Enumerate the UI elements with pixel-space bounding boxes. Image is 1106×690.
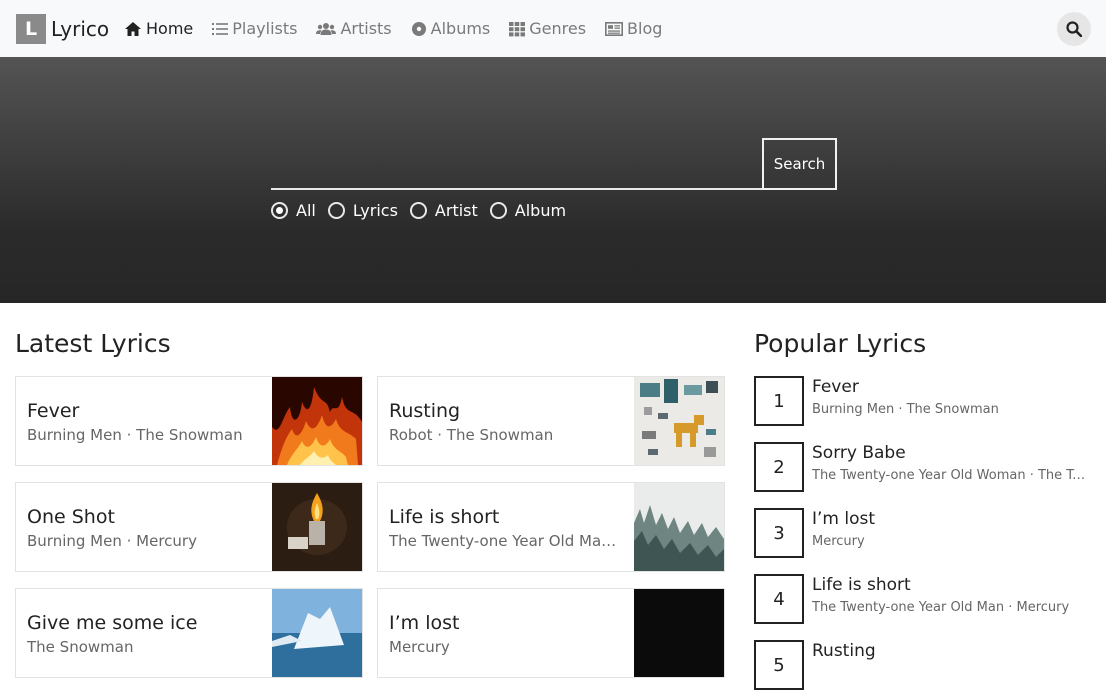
lyric-card-subtitle: The Snowman (27, 638, 134, 656)
lyric-card[interactable]: I’m lost Mercury (377, 588, 725, 678)
lyric-card[interactable]: Fever Burning Men · The Snowman (15, 376, 363, 466)
filter-label-all: All (296, 201, 316, 220)
forest-thumbnail (634, 483, 724, 571)
lyric-card[interactable]: One Shot Burning Men · Mercury (15, 482, 363, 572)
popular-item-subtitle: Mercury (812, 534, 865, 549)
popular-item-subtitle: The Twenty-one Year Old Woman · The Twen… (812, 468, 1094, 483)
dark-thumbnail (634, 589, 724, 677)
filter-radio-lyrics[interactable]: Lyrics (327, 201, 398, 220)
lyric-card-title: One Shot (27, 506, 115, 528)
brand-logo: L (16, 14, 46, 44)
list-icon (212, 22, 229, 36)
popular-item-title: I’m lost (812, 509, 876, 529)
popular-item-title: Life is short (812, 575, 911, 595)
search-input[interactable] (271, 188, 763, 190)
search-filter-group: All Lyrics Artist Album (271, 201, 578, 220)
radio-checked-icon (271, 202, 288, 219)
rank-badge: 4 (754, 574, 804, 624)
lyric-card-title: Fever (27, 400, 80, 422)
lyric-card-subtitle: Burning Men · The Snowman (27, 426, 243, 444)
nav-item-blog[interactable]: Blog (605, 19, 662, 38)
lyric-card[interactable]: Life is short The Twenty-one Year Old Ma… (377, 482, 725, 572)
rank-badge: 3 (754, 508, 804, 558)
pixel-art-thumbnail (634, 377, 724, 465)
lyric-card-title: I’m lost (389, 612, 460, 634)
popular-item[interactable]: 4 Life is short The Twenty-one Year Old … (754, 574, 1094, 624)
lyric-card-subtitle: Mercury (389, 638, 450, 656)
brand-name: Lyrico (51, 17, 110, 41)
filter-label-lyrics: Lyrics (352, 201, 398, 220)
nav-label-home: Home (146, 19, 194, 38)
users-icon (316, 22, 337, 36)
lyric-card[interactable]: Give me some ice The Snowman (15, 588, 363, 678)
nav-label-blog: Blog (627, 19, 663, 38)
brand[interactable]: L Lyrico (16, 14, 109, 44)
nav-links: Home Playlists Artists Albums Genres Blo… (124, 19, 681, 38)
navbar: L Lyrico Home Playlists Artists Albums G… (0, 0, 1106, 57)
nav-item-playlists[interactable]: Playlists (212, 19, 297, 38)
popular-lyrics-heading: Popular Lyrics (754, 329, 927, 358)
nav-item-artists[interactable]: Artists (316, 19, 392, 38)
fire-thumbnail (272, 377, 362, 465)
disc-icon (411, 21, 427, 37)
lighter-thumbnail (272, 483, 362, 571)
popular-item-subtitle: Burning Men · The Snowman (812, 402, 999, 417)
radio-icon (489, 202, 507, 219)
hero-search-section: Search All Lyrics Artist Album (0, 57, 1106, 303)
lyric-card-title: Rusting (389, 400, 461, 422)
nav-label-playlists: Playlists (232, 19, 298, 38)
radio-icon (409, 202, 427, 219)
search-icon (1066, 21, 1082, 37)
nav-item-genres[interactable]: Genres (509, 19, 586, 38)
home-icon (124, 21, 142, 37)
lyric-card-subtitle: The Twenty-one Year Old Man · Mercury (389, 532, 619, 550)
popular-item-title: Sorry Babe (812, 443, 906, 463)
rank-badge: 1 (754, 376, 804, 426)
newspaper-icon (605, 21, 624, 36)
radio-icon (327, 202, 345, 219)
iceberg-thumbnail (272, 589, 362, 677)
popular-item[interactable]: 5 Rusting (754, 640, 1094, 690)
popular-item[interactable]: 2 Sorry Babe The Twenty-one Year Old Wom… (754, 442, 1094, 492)
lyric-card-title: Give me some ice (27, 612, 198, 634)
lyric-card-subtitle: Robot · The Snowman (389, 426, 554, 444)
search-button[interactable]: Search (762, 138, 837, 190)
filter-radio-all[interactable]: All (271, 201, 316, 220)
rank-badge: 5 (754, 640, 804, 690)
nav-search-button[interactable] (1057, 12, 1091, 46)
lyric-card[interactable]: Rusting Robot · The Snowman (377, 376, 725, 466)
popular-item-subtitle: The Twenty-one Year Old Man · Mercury (812, 600, 1070, 615)
nav-item-albums[interactable]: Albums (411, 19, 491, 38)
rank-badge: 2 (754, 442, 804, 492)
lyric-card-title: Life is short (389, 506, 500, 528)
popular-item-title: Rusting (812, 641, 876, 661)
filter-label-album: Album (514, 201, 567, 220)
grid-icon (509, 21, 526, 37)
nav-label-genres: Genres (529, 19, 587, 38)
lyric-card-subtitle: Burning Men · Mercury (27, 532, 197, 550)
nav-label-albums: Albums (430, 19, 491, 38)
popular-item-title: Fever (812, 377, 859, 397)
filter-radio-artist[interactable]: Artist (409, 201, 478, 220)
nav-item-home[interactable]: Home (124, 19, 193, 38)
popular-item[interactable]: 3 I’m lost Mercury (754, 508, 1094, 558)
nav-label-artists: Artists (340, 19, 392, 38)
filter-radio-album[interactable]: Album (489, 201, 567, 220)
latest-lyrics-heading: Latest Lyrics (15, 329, 171, 358)
filter-label-artist: Artist (434, 201, 478, 220)
popular-item[interactable]: 1 Fever Burning Men · The Snowman (754, 376, 1094, 426)
